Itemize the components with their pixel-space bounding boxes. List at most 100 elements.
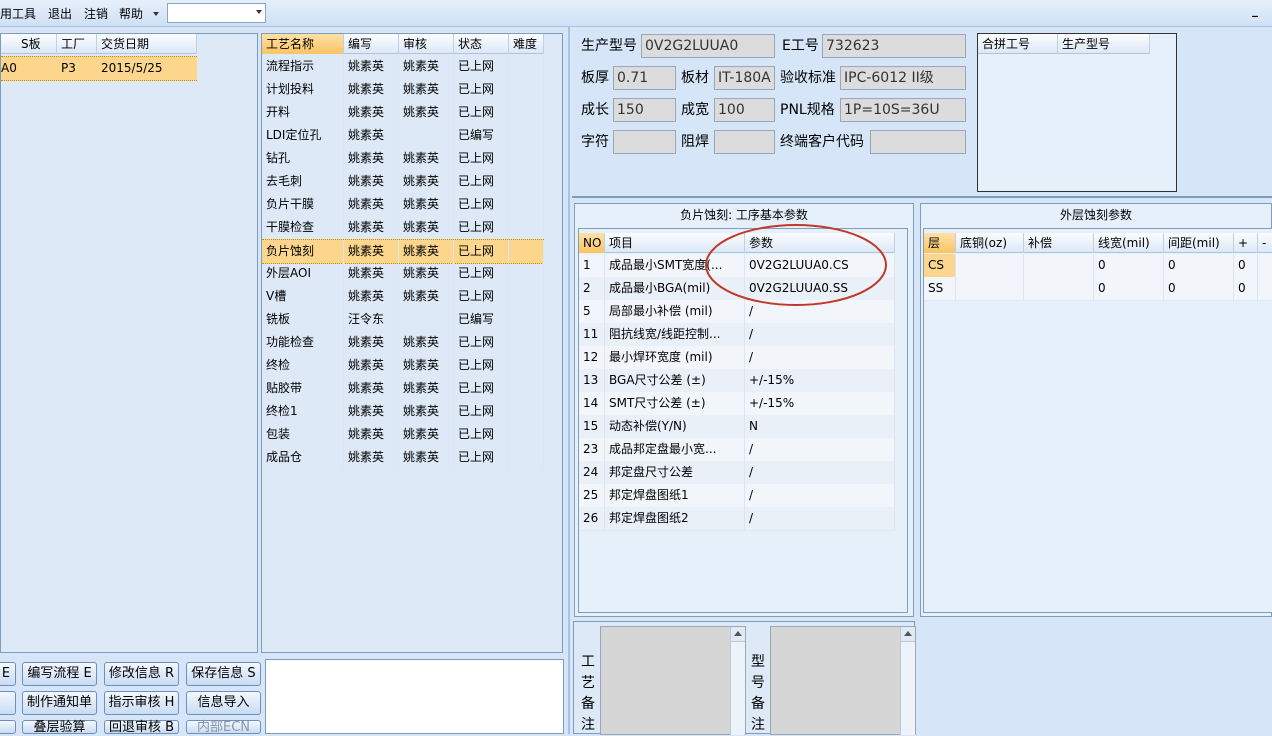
solder-field[interactable] [714, 130, 775, 154]
outer-col-line[interactable]: 线宽(mil) [1094, 233, 1164, 253]
process-row[interactable]: 成品仓 姚素英 姚素英 已上网 [262, 446, 544, 470]
process-notes-textarea[interactable] [600, 626, 746, 735]
internal-ecn-button[interactable]: 内部ECN [186, 720, 261, 735]
menu-logout[interactable]: 注销 [84, 5, 108, 22]
outer-col-layer[interactable]: 层 [924, 233, 956, 253]
outer-row[interactable]: SS 0 0 0 [924, 277, 1272, 301]
outer-space-cell: 0 [1164, 254, 1234, 277]
process-row[interactable]: 包装 姚素英 姚素英 已上网 [262, 423, 544, 447]
process-row[interactable]: 终检 姚素英 姚素英 已上网 [262, 354, 544, 378]
process-row[interactable]: 钻孔 姚素英 姚素英 已上网 [262, 147, 544, 171]
thickness-field[interactable]: 0.71 [613, 66, 676, 90]
process-row[interactable]: 计划投料 姚素英 姚素英 已上网 [262, 78, 544, 102]
model-notes-scrollbar[interactable] [900, 627, 915, 735]
make-notice-button[interactable]: 制作通知单 [22, 691, 97, 715]
model-field[interactable]: 0V2G2LUUA0 [641, 34, 775, 58]
char-field[interactable] [613, 130, 676, 154]
splitter[interactable] [568, 27, 570, 734]
standard-field[interactable]: IPC-6012 II级 [840, 66, 966, 90]
process-row[interactable]: 功能检查 姚素英 姚素英 已上网 [262, 331, 544, 355]
process-row[interactable]: 流程指示 姚素英 姚素英 已上网 [262, 55, 544, 79]
width-field[interactable]: 100 [714, 98, 775, 122]
pnl-field[interactable]: 1P=10S=36U [840, 98, 966, 122]
process-reviewer-cell: 姚素英 [399, 193, 454, 216]
process-row[interactable]: 贴胶带 姚素英 姚素英 已上网 [262, 377, 544, 401]
button-left-3[interactable] [0, 720, 16, 734]
params-col-no[interactable]: NO [579, 233, 605, 253]
process-row[interactable]: 外层AOI 姚素英 姚素英 已上网 [262, 262, 544, 286]
params-row[interactable]: 26 邦定焊盘图纸2/ [579, 507, 895, 531]
menu-tools[interactable]: 用工具 [0, 5, 36, 22]
process-row[interactable]: 铣板 汪令东 已编写 [262, 308, 544, 332]
process-col-reviewer[interactable]: 审核 [399, 34, 454, 54]
combine-col-model[interactable]: 生产型号 [1058, 34, 1150, 54]
stack-check-button[interactable]: 叠层验算 [22, 720, 97, 735]
menu-exit[interactable]: 退出 [48, 5, 72, 22]
process-row[interactable]: 开料 姚素英 姚素英 已上网 [262, 101, 544, 125]
orders-col-factory[interactable]: 工厂 [57, 34, 97, 54]
param-item-cell: 邦定焊盘图纸2 [605, 507, 745, 530]
length-field[interactable]: 150 [613, 98, 676, 122]
process-status-cell: 已上网 [454, 446, 509, 469]
process-detail-box[interactable] [265, 659, 564, 734]
process-row[interactable]: 干膜检查 姚素英 姚素英 已上网 [262, 216, 544, 240]
param-value-cell: N [745, 415, 895, 438]
order-row[interactable]: A0 P3 2015/5/25 [1, 56, 197, 81]
param-value-cell: / [745, 346, 895, 369]
customer-field[interactable] [870, 130, 966, 154]
model-notes-textarea[interactable] [770, 626, 916, 735]
import-info-button[interactable]: 信息导入 [186, 691, 261, 715]
chevron-down-icon[interactable] [153, 12, 159, 16]
write-flow-button[interactable]: 编写流程 E [22, 662, 97, 686]
params-row[interactable]: 23 成品邦定盘最小宽... / [579, 438, 895, 462]
params-row[interactable]: 13 BGA尺寸公差 (±) +/-15% [579, 369, 895, 393]
param-no-cell: 2 [579, 277, 605, 300]
button-left-2[interactable] [0, 691, 16, 715]
param-no-cell: 26 [579, 507, 605, 530]
eno-field[interactable]: 732623 [822, 34, 966, 58]
process-row[interactable]: 负片干膜 姚素英 姚素英 已上网 [262, 193, 544, 217]
params-row[interactable]: 12 最小焊环宽度 (mil) / [579, 346, 895, 370]
process-reviewer-cell: 姚素英 [399, 78, 454, 101]
rollback-review-button[interactable]: 回退审核 B [104, 720, 179, 735]
process-col-writer[interactable]: 编写 [344, 34, 399, 54]
button-e[interactable]: E [0, 662, 16, 686]
menu-combo-box[interactable] [167, 3, 266, 23]
process-reviewer-cell: 姚素英 [399, 101, 454, 124]
outer-col-space[interactable]: 间距(mil) [1164, 233, 1234, 253]
outer-col-minus[interactable]: - [1258, 233, 1272, 253]
orders-col-board[interactable]: S板 [17, 34, 57, 54]
minimize-button[interactable]: _ [1252, 3, 1258, 17]
process-reviewer-cell: 姚素英 [399, 400, 454, 423]
combine-list[interactable]: 合拼工号 生产型号 [977, 33, 1177, 192]
process-row[interactable]: 负片蚀刻 姚素英 姚素英 已上网 [262, 239, 544, 264]
scroll-up-icon[interactable] [731, 627, 745, 642]
process-col-difficulty[interactable]: 难度 [509, 34, 544, 54]
process-row[interactable]: LDI定位孔 姚素英 已编写 [262, 124, 544, 148]
outer-col-plus[interactable]: + [1234, 233, 1258, 253]
params-row[interactable]: 25 邦定焊盘图纸1/ [579, 484, 895, 508]
outer-col-comp[interactable]: 补偿 [1024, 233, 1094, 253]
menu-help[interactable]: 帮助 [119, 5, 143, 22]
process-col-name[interactable]: 工艺名称 [262, 34, 344, 54]
orders-col-date[interactable]: 交货日期 [97, 34, 197, 54]
combine-col-no[interactable]: 合拼工号 [978, 34, 1058, 54]
outer-row[interactable]: CS 0 0 0 [924, 254, 1272, 278]
save-info-button[interactable]: 保存信息 S [186, 662, 261, 686]
outer-col-base[interactable]: 底铜(oz) [956, 233, 1024, 253]
process-row[interactable]: V槽 姚素英 姚素英 已上网 [262, 285, 544, 309]
process-notes-scrollbar[interactable] [730, 627, 745, 735]
process-row[interactable]: 去毛刺 姚素英 姚素英 已上网 [262, 170, 544, 194]
params-row[interactable]: 15 动态补偿(Y/N) N [579, 415, 895, 439]
params-row[interactable]: 14 SMT尺寸公差 (±) +/-15% [579, 392, 895, 416]
params-row[interactable]: 24 邦定盘尺寸公差 / [579, 461, 895, 485]
process-col-status[interactable]: 状态 [454, 34, 509, 54]
material-field[interactable]: IT-180A [714, 66, 775, 90]
process-reviewer-cell: 姚素英 [399, 147, 454, 170]
process-row[interactable]: 终检1 姚素英 姚素英 已上网 [262, 400, 544, 424]
scroll-up-icon[interactable] [901, 627, 915, 642]
instruction-review-button[interactable]: 指示审核 H [104, 691, 179, 715]
process-header: 工艺名称 编写 审核 状态 难度 [262, 34, 544, 54]
params-row[interactable]: 11 阻抗线宽/线距控制... / [579, 323, 895, 347]
edit-info-button[interactable]: 修改信息 R [104, 662, 179, 686]
